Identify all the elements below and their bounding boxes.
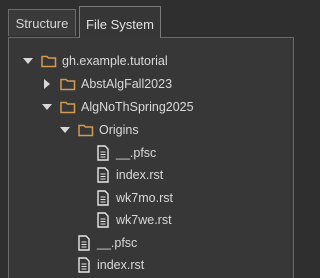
folder-open-icon	[78, 122, 94, 138]
tree-item-label: wk7mo.rst	[116, 191, 173, 205]
tree-item-label: Origins	[99, 123, 139, 137]
tab-structure[interactable]: Structure	[8, 9, 76, 36]
folder-open-icon	[60, 99, 76, 115]
tree-item-file[interactable]: index.rst	[76, 254, 144, 276]
tree-item-label: gh.example.tutorial	[62, 54, 168, 68]
tree-item-label: wk7we.rst	[116, 213, 172, 227]
file-icon	[95, 190, 111, 206]
tree-item-file[interactable]: __.pfsc	[76, 232, 137, 254]
file-tree-panel: gh.example.tutorial AbstAlgFall2023 AlgN…	[8, 37, 294, 278]
folder-icon	[60, 76, 76, 92]
chevron-down-icon[interactable]	[60, 125, 70, 135]
tree-item-file[interactable]: __.pfsc	[95, 142, 156, 164]
file-icon	[95, 167, 111, 183]
chevron-down-icon[interactable]	[42, 102, 52, 112]
file-icon	[95, 212, 111, 228]
tree-item-gh-example-tutorial[interactable]: gh.example.tutorial	[23, 50, 168, 72]
tree-item-label: __.pfsc	[116, 146, 157, 160]
file-icon	[76, 235, 92, 251]
tree-item-label: AlgNoThSpring2025	[81, 100, 194, 114]
tree-item-file[interactable]: index.rst	[95, 164, 163, 186]
tree-item-algnothspring2025[interactable]: AlgNoThSpring2025	[42, 96, 194, 118]
tree-item-label: __.pfsc	[97, 236, 138, 250]
chevron-down-icon[interactable]	[23, 56, 33, 66]
tree-item-file[interactable]: wk7mo.rst	[95, 187, 173, 209]
tree-item-label: AbstAlgFall2023	[81, 77, 173, 91]
chevron-right-icon[interactable]	[42, 79, 52, 89]
tree-item-label: index.rst	[116, 168, 164, 182]
tree-item-origins[interactable]: Origins	[60, 119, 139, 141]
tab-bar: Structure File System	[0, 0, 301, 38]
tab-file-system[interactable]: File System	[79, 6, 161, 38]
tree-item-file[interactable]: wk7we.rst	[95, 209, 172, 231]
tree-item-label: index.rst	[97, 258, 145, 272]
tree-item-abstalgfall2023[interactable]: AbstAlgFall2023	[42, 73, 172, 95]
file-icon	[76, 257, 92, 273]
folder-open-icon	[41, 53, 57, 69]
file-icon	[95, 145, 111, 161]
